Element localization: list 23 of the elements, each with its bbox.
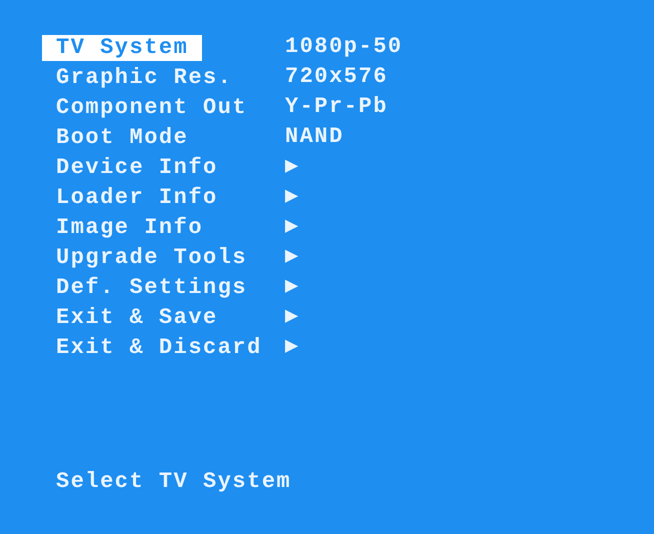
menu-value: ▶	[285, 154, 300, 180]
menu-item[interactable]: Device Info	[42, 154, 232, 180]
menu-value: NAND	[285, 124, 344, 150]
menu-value: ▶	[285, 334, 300, 360]
help-text: Select TV System	[56, 469, 292, 494]
menu-value: ▶	[285, 184, 300, 210]
menu-item[interactable]: Graphic Res.	[42, 64, 246, 90]
menu-item[interactable]: Component Out	[42, 94, 262, 120]
menu-value: ▶	[285, 304, 300, 330]
menu-item[interactable]: TV System	[42, 34, 202, 60]
menu-item[interactable]: Def. Settings	[42, 274, 262, 300]
menu-item[interactable]: Exit & Save	[42, 304, 232, 330]
menu-item[interactable]: Upgrade Tools	[42, 244, 262, 270]
menu-value: 720x576	[285, 64, 388, 90]
menu-item[interactable]: Exit & Discard	[42, 334, 276, 360]
menu-value: ▶	[285, 244, 300, 270]
menu-value: Y-Pr-Pb	[285, 94, 388, 120]
menu-value: ▶	[285, 274, 300, 300]
menu-item[interactable]: Image Info	[42, 214, 218, 240]
menu-value: ▶	[285, 214, 300, 240]
menu-item[interactable]: Loader Info	[42, 184, 232, 210]
menu-value: 1080p-50	[285, 34, 403, 60]
menu-item[interactable]: Boot Mode	[42, 124, 202, 150]
